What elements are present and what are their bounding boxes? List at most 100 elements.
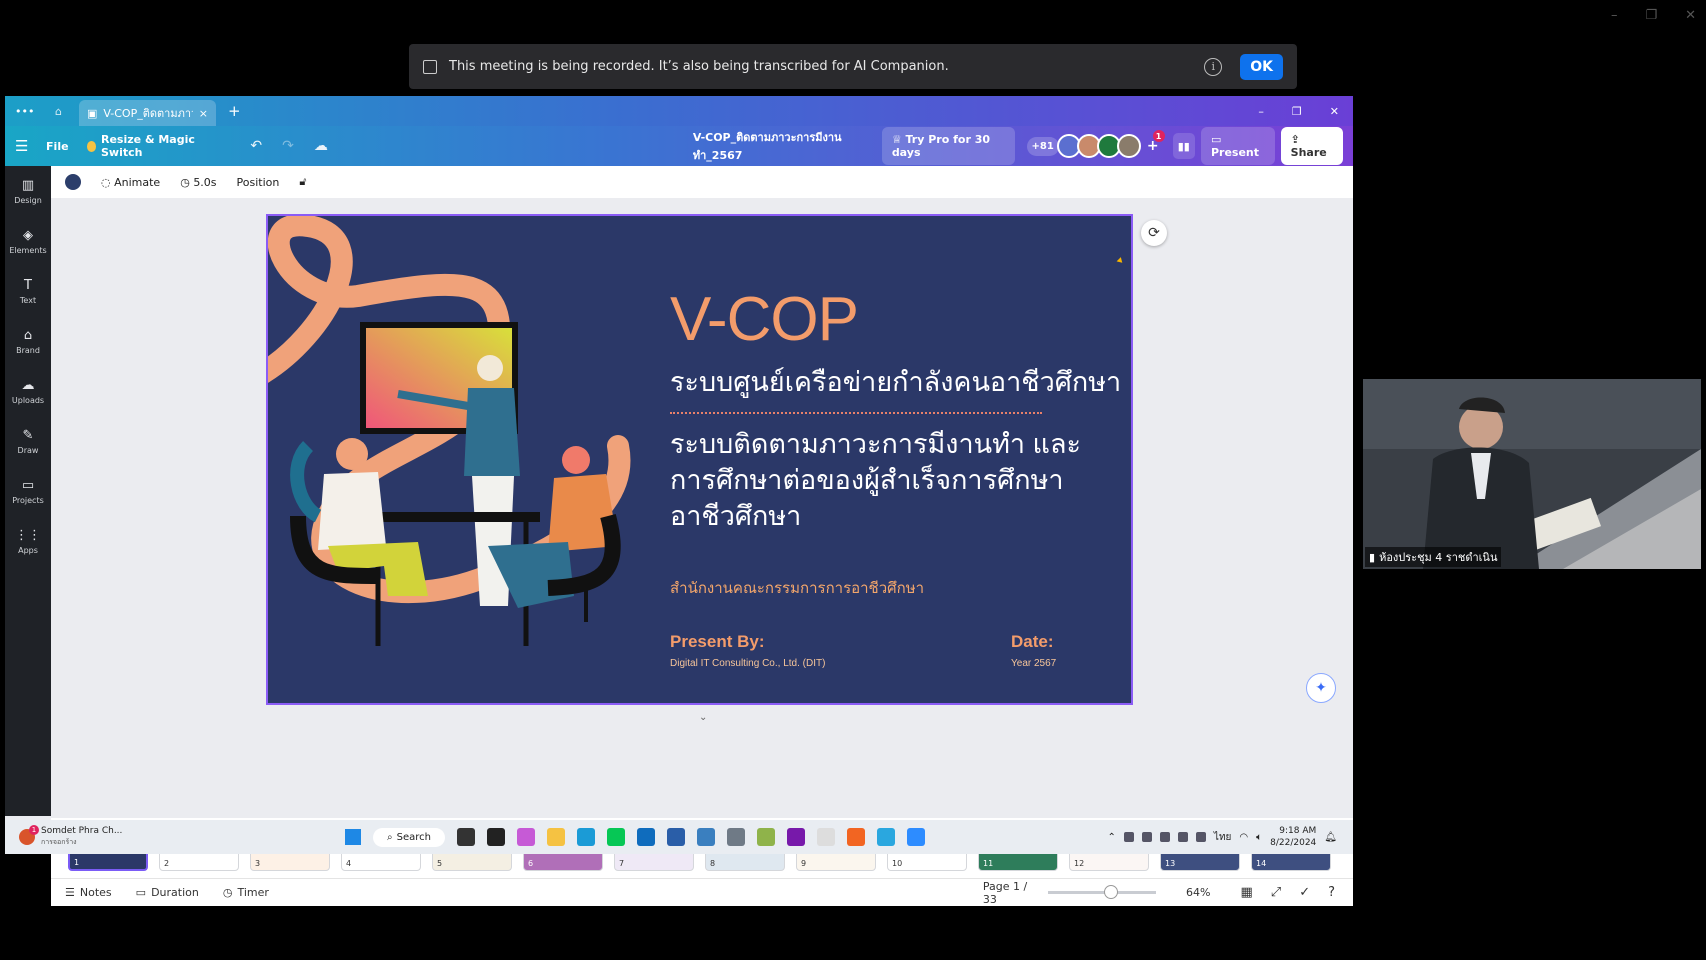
calculator-icon[interactable] [696, 828, 715, 846]
language-indicator[interactable]: ไทย [1214, 830, 1231, 845]
timer-button[interactable]: ◷ Timer [223, 886, 269, 899]
volume-icon[interactable]: 🔈︎ [1256, 832, 1262, 843]
copilot-icon[interactable] [516, 828, 535, 846]
edge-dev-icon[interactable] [876, 828, 895, 846]
line-icon[interactable] [606, 828, 625, 846]
bluetooth-icon[interactable] [1177, 832, 1188, 842]
task-view-icon[interactable] [456, 828, 475, 846]
tray-chevron-up-icon[interactable]: ⌃ [1108, 832, 1116, 843]
date-label[interactable]: Date: [1011, 632, 1054, 652]
file-explorer-icon[interactable] [546, 828, 565, 846]
microphone-icon[interactable] [1195, 832, 1206, 842]
chrome-icon[interactable] [816, 828, 835, 846]
widget-title: Somdet Phra Ch... [41, 826, 123, 836]
insights-icon[interactable]: ▮▮ [1172, 133, 1195, 159]
wifi-icon[interactable]: ◠ [1239, 832, 1248, 843]
participant-video-tile[interactable]: ▮ ห้องประชุม 4 ราชดำเนิน [1363, 379, 1701, 569]
sidebar-item-brand[interactable]: ⌂ Brand [5, 316, 51, 366]
present-by-label[interactable]: Present By: [670, 632, 764, 652]
menu-icon[interactable]: ☰ [15, 137, 46, 155]
tab-close-icon[interactable]: × [199, 107, 208, 120]
app-icon[interactable] [726, 828, 745, 846]
notes-button[interactable]: ☰ Notes [65, 886, 112, 899]
zoom-value[interactable]: 64% [1186, 886, 1210, 899]
lock-icon[interactable]: 🔓︎ [299, 175, 306, 189]
magic-assistant-icon[interactable]: ✦ [1306, 673, 1336, 703]
duration-label: 5.0s [193, 175, 217, 189]
try-pro-button[interactable]: ♕ Try Pro for 30 days [881, 127, 1015, 165]
windows-start-icon[interactable] [345, 829, 361, 845]
tray-icon[interactable] [1159, 832, 1170, 842]
context-toolbar: ◌ Animate ◷ 5.0s Position 🔓︎ [51, 166, 1353, 198]
edge-icon[interactable] [576, 828, 595, 846]
check-icon[interactable]: ✓ [1299, 885, 1310, 900]
info-icon[interactable]: i [1204, 57, 1223, 76]
sidebar-item-design[interactable]: ▥ Design [5, 166, 51, 216]
taskbar-widget[interactable]: 1 Somdet Phra Ch... การจอกร้าง [5, 825, 345, 848]
thumbnail-number: 7 [619, 859, 625, 868]
cloud-save-icon[interactable]: ☁ [314, 138, 328, 154]
redo-icon[interactable]: ↷ [282, 138, 294, 154]
position-button[interactable]: Position [237, 176, 280, 189]
color-swatch[interactable] [65, 174, 81, 190]
slide-canvas[interactable]: V-COP ระบบศูนย์เครือข่ายกำลังคนอาชีวศึกษ… [266, 214, 1133, 705]
slide-subtitle[interactable]: ระบบศูนย์เครือข่ายกำลังคนอาชีวศึกษา [670, 360, 1121, 403]
zoom-slider-knob[interactable] [1104, 885, 1119, 899]
sidebar-item-draw[interactable]: ✎ Draw [5, 416, 51, 466]
outlook-icon[interactable] [636, 828, 655, 846]
browser-tab[interactable]: ▣ V-COP_ติดตามภาวะ... × [79, 100, 216, 126]
duration-button[interactable]: ◷ 5.0s [180, 176, 216, 189]
present-by-value[interactable]: Digital IT Consulting Co., Ltd. (DIT) [670, 658, 825, 669]
present-button[interactable]: ▭ Present [1200, 127, 1275, 165]
document-title[interactable]: V-COP_ติดตามภาวะการมีงานทำ_2567 [693, 128, 864, 164]
zoom-close-button[interactable]: ✕ [1685, 8, 1696, 23]
chevron-down-icon[interactable]: ⌄ [699, 712, 707, 723]
add-collaborator-icon[interactable]: +1 [1147, 130, 1165, 154]
grid-view-icon[interactable]: ▦ [1240, 885, 1252, 900]
page-indicator[interactable]: Page 1 / 33 [983, 880, 1031, 906]
zoom-window-controls: – ❐ ✕ [1611, 8, 1696, 23]
tray-icon[interactable] [1123, 832, 1134, 842]
sidebar-label: Elements [9, 245, 47, 255]
terminal-icon[interactable] [486, 828, 505, 846]
fullscreen-icon[interactable]: ⤢ [1271, 885, 1281, 900]
undo-icon[interactable]: ↶ [250, 138, 262, 154]
resize-button[interactable]: Resize & Magic Switch [86, 133, 221, 159]
notifications-icon[interactable]: 🔔︎ [1324, 832, 1337, 843]
animate-button[interactable]: ◌ Animate [101, 176, 160, 189]
app-icon[interactable] [846, 828, 865, 846]
slide-heading[interactable]: ระบบติดตามภาวะการมีงานทำ และการศึกษาต่อข… [670, 426, 1100, 534]
slide-organization[interactable]: สำนักงานคณะกรรมการการอาชีวศึกษา [670, 576, 924, 600]
window-app-icon[interactable] [666, 828, 685, 846]
zoom-icon[interactable] [906, 828, 925, 846]
close-button[interactable]: ✕ [1330, 105, 1339, 118]
taskbar-search[interactable]: ⌕ Search [373, 827, 445, 847]
sidebar-item-apps[interactable]: ⋮⋮ Apps [5, 516, 51, 566]
duration-toggle[interactable]: ▭ Duration [136, 886, 199, 899]
date-value[interactable]: Year 2567 [1011, 658, 1056, 669]
zoom-slider[interactable] [1048, 885, 1157, 899]
sidebar-item-elements[interactable]: ◈ Elements [5, 216, 51, 266]
share-button[interactable]: ⇪ Share [1280, 127, 1344, 165]
restore-button[interactable]: ❐ [1292, 105, 1302, 118]
slide-title[interactable]: V-COP [670, 284, 859, 355]
sidebar-item-text[interactable]: T Text [5, 266, 51, 316]
sidebar-item-projects[interactable]: ▭ Projects [5, 466, 51, 516]
more-icon[interactable]: ••• [15, 105, 55, 118]
zoom-restore-button[interactable]: ❐ [1645, 8, 1657, 23]
zoom-minimize-button[interactable]: – [1611, 8, 1618, 23]
file-menu[interactable]: File [46, 140, 69, 153]
home-icon[interactable]: ⌂ [55, 105, 79, 118]
onenote-icon[interactable] [786, 828, 805, 846]
refresh-icon[interactable]: ⟳ [1141, 220, 1167, 246]
taskbar-search-label: Search [396, 831, 431, 843]
minimize-button[interactable]: – [1258, 105, 1264, 118]
tray-icon[interactable] [1141, 832, 1152, 842]
banner-ok-button[interactable]: OK [1240, 53, 1283, 80]
taskbar-clock[interactable]: 9:18 AM 8/22/2024 [1270, 825, 1316, 849]
sidebar-item-uploads[interactable]: ☁ Uploads [5, 366, 51, 416]
new-tab-button[interactable]: + [228, 102, 241, 120]
help-icon[interactable]: ? [1328, 885, 1335, 900]
collaborators[interactable]: +81 +1 [1026, 130, 1165, 158]
app-icon[interactable] [756, 828, 775, 846]
